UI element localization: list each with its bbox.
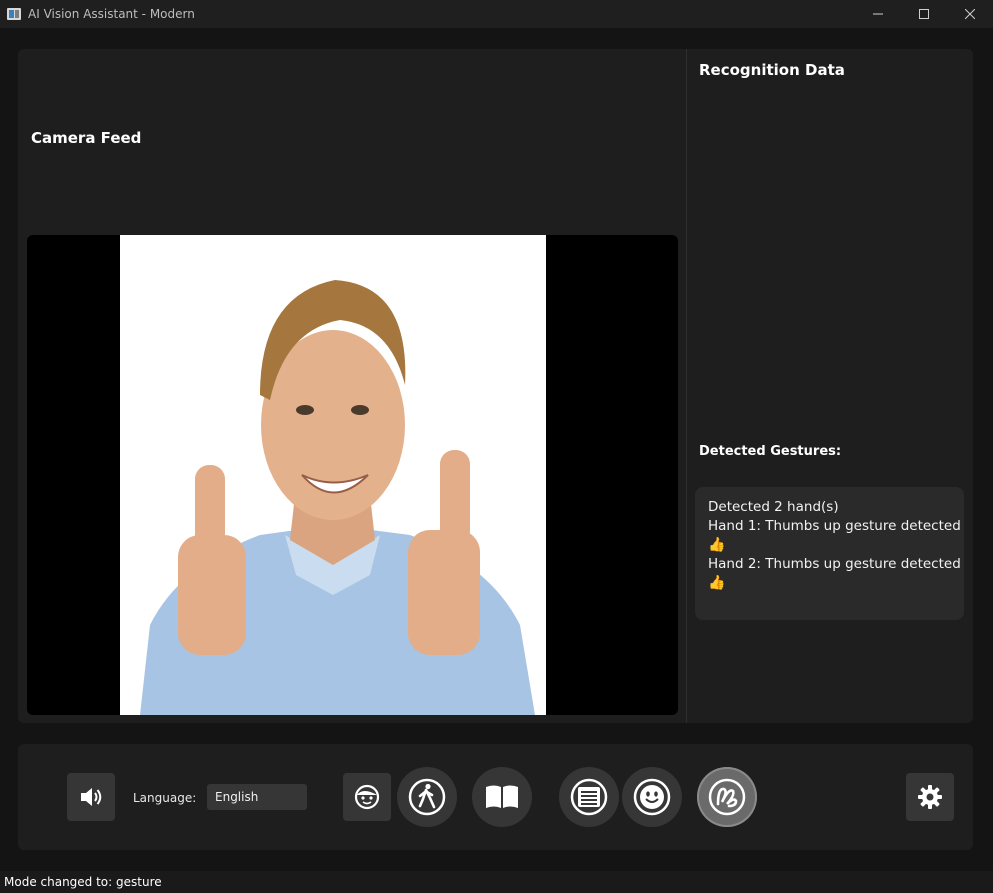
person-photo	[120, 235, 546, 715]
navigation-mode-button[interactable]	[397, 767, 457, 827]
gesture-line: Hand 1: Thumbs up gesture detected	[708, 518, 961, 534]
text-mode-button[interactable]	[559, 767, 619, 827]
language-label: Language:	[133, 791, 197, 805]
gestures-title: Detected Gestures:	[699, 444, 842, 459]
settings-button[interactable]	[906, 773, 954, 821]
window-controls	[855, 0, 993, 28]
walking-person-icon	[408, 778, 446, 816]
speaker-icon	[81, 788, 102, 806]
reading-mode-button[interactable]	[472, 767, 532, 827]
close-icon	[965, 9, 975, 19]
close-button[interactable]	[947, 0, 993, 28]
control-bar: Language: English	[18, 744, 973, 850]
status-bar: Mode changed to: gesture	[0, 871, 993, 893]
thumbs-up-emoji: 👍	[708, 575, 726, 591]
book-icon	[486, 785, 518, 808]
smiley-icon	[633, 778, 671, 816]
gesture-line: Detected 2 hand(s)	[708, 499, 839, 515]
title-bar: AI Vision Assistant - Modern	[0, 0, 993, 28]
maximize-icon	[919, 9, 929, 19]
camera-title: Camera Feed	[31, 129, 142, 147]
status-text: Mode changed to: gesture	[4, 875, 162, 889]
face-icon	[354, 784, 380, 810]
emotion-mode-button[interactable]	[622, 767, 682, 827]
camera-feed	[27, 235, 678, 715]
minimize-button[interactable]	[855, 0, 901, 28]
document-text-icon	[570, 778, 608, 816]
gestures-output: Detected 2 hand(s) Hand 1: Thumbs up ges…	[695, 487, 964, 620]
window-title: AI Vision Assistant - Modern	[28, 7, 195, 21]
gesture-line: Hand 2: Thumbs up gesture detected	[708, 556, 961, 572]
face-mode-button[interactable]	[343, 773, 391, 821]
minimize-icon	[873, 13, 883, 15]
recognition-title: Recognition Data	[699, 61, 845, 79]
thumbs-up-emoji: 👍	[708, 537, 726, 553]
app-icon	[7, 8, 21, 20]
language-select[interactable]: English	[207, 784, 307, 810]
speaker-button[interactable]	[67, 773, 115, 821]
gear-icon	[918, 785, 942, 809]
camera-image	[120, 235, 546, 715]
recognition-panel: Recognition Data Detected Gestures: Dete…	[687, 49, 973, 723]
camera-panel: Camera Feed	[18, 49, 686, 723]
maximize-button[interactable]	[901, 0, 947, 28]
gesture-mode-button[interactable]	[697, 767, 757, 827]
gesture-icon	[708, 778, 746, 816]
